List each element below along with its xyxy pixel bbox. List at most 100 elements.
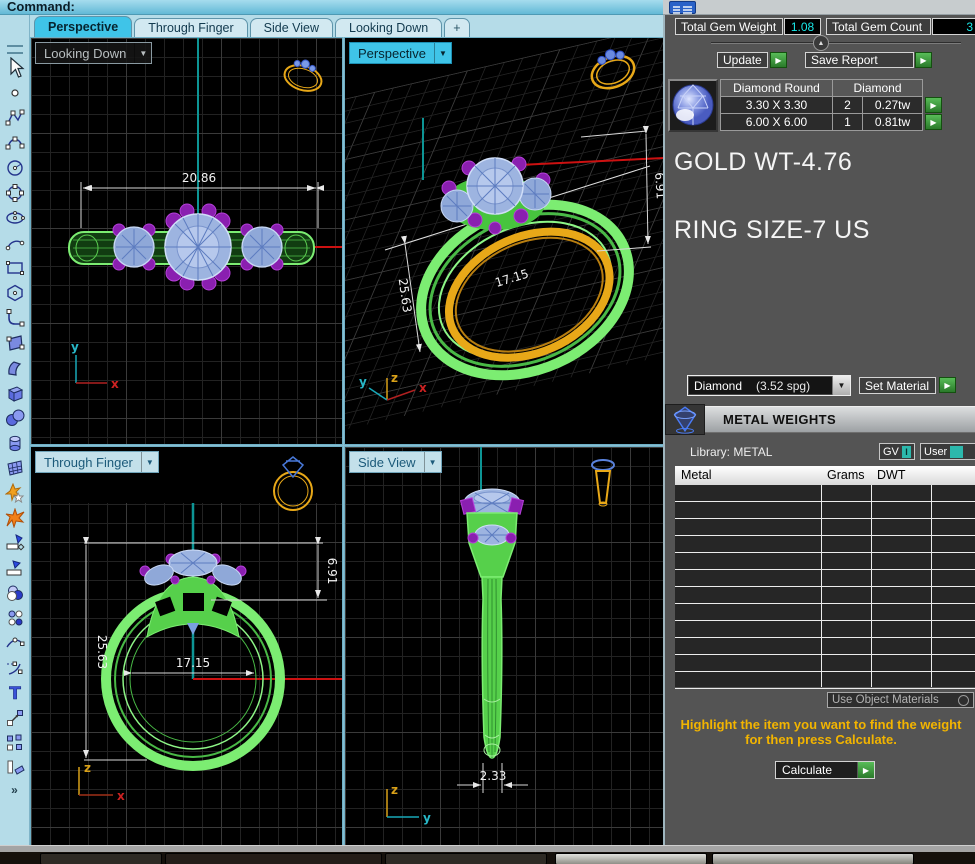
perspective-drawing: 6.91 25.63 17.15 z y x [345,38,664,444]
metal-table-row[interactable] [675,553,975,570]
taskbar-item[interactable] [555,853,707,864]
metal-table-row[interactable] [675,519,975,536]
set-material-go-button[interactable]: ▶ [939,377,956,393]
viewport-label-perspective[interactable]: Perspective ▼ [349,42,452,64]
ellipse-icon[interactable] [3,206,27,229]
command-bar[interactable]: Command: [0,0,663,15]
metal-table-row[interactable] [675,570,975,587]
radio-circle-icon [958,695,969,706]
ring-preview-icon [592,460,614,506]
play-icon: ▶ [930,118,936,127]
gem-thumbnail[interactable] [668,79,718,132]
trim-icon[interactable] [3,531,27,554]
metal-table-row[interactable] [675,502,975,519]
rectangle-icon[interactable] [3,256,27,279]
viewport-label-through-finger[interactable]: Through Finger ▼ [35,451,159,473]
object-dots-icon[interactable] [3,606,27,629]
sphere-icon[interactable] [3,406,27,429]
fillet-curve-icon[interactable] [3,306,27,329]
orient-icon[interactable] [3,756,27,779]
text-icon[interactable]: T [3,681,27,704]
metal-table-row[interactable] [675,655,975,672]
material-dropdown[interactable]: Diamond (3.52 spg) ▼ [687,375,851,396]
dropdown-arrow-icon[interactable]: ▼ [141,452,158,472]
taskbar-item[interactable] [712,853,914,864]
tab-side-view[interactable]: Side View [250,18,333,37]
command-label: Command: [7,0,75,14]
gem-count-cell[interactable]: 2 [832,96,863,114]
metal-table-row[interactable] [675,536,975,553]
boolean-star-icon[interactable] [3,481,27,504]
surface-grid-icon[interactable] [3,456,27,479]
select-pointer-icon[interactable] [3,56,27,79]
total-gem-weight-label: Total Gem Weight [675,18,783,35]
calculate-button[interactable]: Calculate ▶ [775,761,875,779]
svg-text:T: T [9,684,21,703]
metal-weights-header[interactable]: METAL WEIGHTS [665,406,975,433]
dropdown-arrow-icon[interactable]: ▼ [424,452,441,472]
box-icon[interactable] [3,381,27,404]
surface-corner-icon[interactable] [3,331,27,354]
single-point-icon[interactable] [3,81,27,104]
save-report-go-button[interactable]: ▶ [915,52,932,68]
taskb ar-item[interactable] [165,853,382,864]
taskbar-item[interactable] [385,853,547,864]
gv-button[interactable]: GVI [879,443,915,460]
total-gem-count-value: 3 [932,18,975,35]
interpolate-curve-icon[interactable] [3,131,27,154]
dropdown-arrow-icon[interactable]: ▼ [134,43,151,63]
update-button[interactable]: Update [717,52,768,68]
gem-count-cell[interactable]: 1 [832,113,863,131]
arc-icon[interactable] [3,231,27,254]
circle-icon[interactable] [3,181,27,204]
point-on-curve-icon[interactable] [3,631,27,654]
gem-weight-cell[interactable]: 0.27tw [862,96,923,114]
gem-report-tab-icon[interactable] [669,1,696,14]
save-report-button[interactable]: Save Report [805,52,914,68]
polygon-icon[interactable] [3,281,27,304]
viewport-through-finger[interactable]: 17.15 25.63 6.91 z x [30,446,343,847]
tab-looking-down[interactable]: Looking Down [335,18,442,37]
tab-through-finger[interactable]: Through Finger [134,18,247,37]
axis-label-z: z [84,761,91,775]
metal-table-row[interactable] [675,621,975,638]
explode-icon[interactable] [3,506,27,529]
viewport-label-looking-down[interactable]: Looking Down ▼ [35,42,152,64]
viewport-perspective[interactable]: 6.91 25.63 17.15 z y x [344,37,665,445]
cylinder-icon[interactable] [3,431,27,454]
circle-center-icon[interactable] [3,156,27,179]
add-viewport-tab[interactable]: + [444,18,469,37]
panel-divider [711,42,961,44]
move-icon[interactable] [3,706,27,729]
dropdown-arrow-icon[interactable]: ▼ [434,43,451,63]
metal-table-row[interactable] [675,587,975,604]
metal-table-row[interactable] [675,604,975,621]
gem-row-go-button[interactable]: ▶ [925,97,942,113]
use-object-materials-toggle[interactable]: Use Object Materials [827,692,974,708]
gem-size-cell[interactable]: 6.00 X 6.00 [720,113,833,131]
toolbar-drag-handle[interactable] [7,45,23,54]
split-icon[interactable] [3,556,27,579]
tab-perspective[interactable]: Perspective [34,16,132,37]
set-material-button[interactable]: Set Material [859,377,936,394]
copy-array-icon[interactable] [3,731,27,754]
gem-row-go-button[interactable]: ▶ [925,114,942,130]
metal-table-row[interactable] [675,638,975,655]
control-point-curve-icon[interactable] [3,106,27,129]
update-go-button[interactable]: ▶ [770,52,787,68]
user-button[interactable]: User [920,443,975,460]
metal-table-row[interactable] [675,485,975,502]
gem-size-cell[interactable]: 3.30 X 3.30 [720,96,833,114]
viewport-side-view[interactable]: 2.33 z y Side View ▼ [344,446,665,847]
boolean-union-icon[interactable] [3,581,27,604]
curved-surface-icon[interactable] [3,356,27,379]
gem-weight-cell[interactable]: 0.81tw [862,113,923,131]
viewport-label-side-view[interactable]: Side View ▼ [349,451,442,473]
dropdown-arrow-icon[interactable]: ▼ [832,376,850,395]
collapse-panel-button[interactable]: ▲ [813,35,829,51]
taskbar-item[interactable] [40,853,162,864]
adjust-curve-icon[interactable] [3,656,27,679]
metal-table-row[interactable] [675,672,975,689]
viewport-looking-down[interactable]: 20.86 y x Looking Down ▼ [30,37,343,445]
more-tools-icon[interactable]: » [11,783,18,797]
